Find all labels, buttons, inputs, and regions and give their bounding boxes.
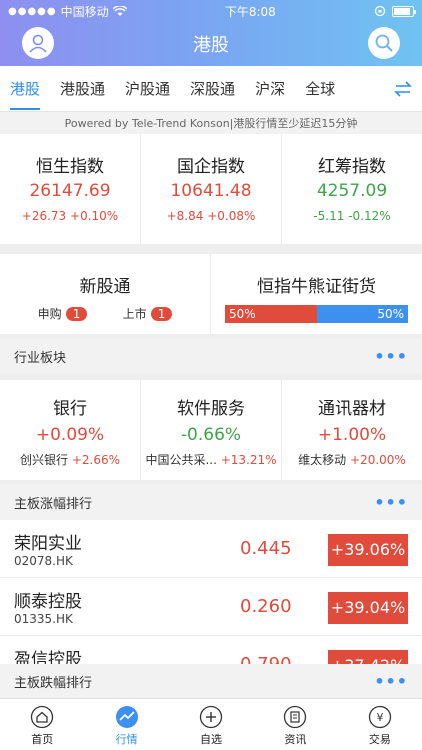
tabbar-news[interactable]: 资讯	[253, 699, 337, 750]
index-value: 10641.48	[170, 181, 252, 201]
bottom-tab-bar: 首页 行情 自选 资讯 ¥ 交易	[0, 698, 422, 750]
trend-icon	[115, 706, 138, 728]
news-icon	[284, 705, 307, 729]
pct-badge: +39.06%	[328, 534, 408, 566]
sector-card[interactable]: 银行 +0.09% 创兴银行 +2.66%	[0, 380, 141, 480]
list-item[interactable]: 荣阳实业 02078.HK 0.445 +39.06%	[0, 520, 422, 578]
bear-share: 50%	[316, 305, 408, 323]
tab-hk-connect[interactable]: 港股通	[50, 66, 115, 112]
user-icon	[29, 34, 47, 53]
bullbear-bar: 50% 50%	[225, 305, 408, 323]
index-change: +26.73 +0.10%	[21, 209, 119, 223]
section-industry: 行业板块 •••	[0, 338, 422, 374]
header: ●●●●● 中国移动 下午8:08 港股	[0, 0, 422, 66]
more-icon[interactable]: •••	[374, 493, 408, 512]
tab-sh-connect[interactable]: 沪股通	[115, 66, 180, 112]
index-value: 26147.69	[29, 181, 111, 201]
tabbar-market[interactable]: 行情	[84, 699, 168, 750]
ipo-bullbear-row: 新股通 申购 1 上市 1 恒指牛熊证街货 50% 50%	[0, 254, 422, 334]
tab-sz-connect[interactable]: 深股通	[180, 66, 245, 112]
pct-badge: +39.04%	[328, 592, 408, 624]
wifi-icon	[112, 5, 127, 16]
delay-notice: Powered by Tele-Trend Konson|港股行情至少延迟15分…	[0, 112, 422, 134]
more-icon[interactable]: •••	[374, 672, 408, 691]
home-icon	[31, 705, 54, 729]
ipo-subscribe: 申购 1	[38, 305, 88, 322]
index-change: +8.84 +0.08%	[166, 209, 256, 223]
index-card-redchip[interactable]: 红筹指数 4257.09 -5.11 -0.12%	[282, 134, 422, 244]
section-gainers: 主板涨幅排行 •••	[0, 484, 422, 520]
index-card-hscei[interactable]: 国企指数 10641.48 +8.84 +0.08%	[141, 134, 282, 244]
market-tabs: 港股 港股通 沪股通 深股通 沪深 全球	[0, 66, 422, 112]
search-button[interactable]	[368, 27, 400, 59]
section-losers: 主板跌幅排行 •••	[0, 664, 422, 698]
battery-icon	[391, 5, 416, 17]
sector-card[interactable]: 软件服务 -0.66% 中国公共采... +13.21%	[141, 380, 282, 480]
list-item[interactable]: 顺泰控股 01335.HK 0.260 +39.04%	[0, 578, 422, 636]
listing-count-badge: 1	[150, 307, 173, 321]
tabbar-watchlist[interactable]: 自选	[169, 699, 253, 750]
list-item[interactable]: 盈信控股 0.790 +37.42%	[0, 636, 422, 666]
status-bar: ●●●●● 中国移动 下午8:08	[0, 0, 422, 22]
signal-icon: ●●●●●	[8, 5, 57, 17]
clock: 下午8:08	[224, 4, 276, 19]
tab-hs[interactable]: 沪深	[245, 66, 295, 112]
add-icon	[199, 705, 223, 729]
sector-card[interactable]: 通讯器材 +1.00% 维太移动 +20.00%	[282, 380, 422, 480]
subscribe-count-badge: 1	[65, 307, 88, 321]
trade-icon: ¥	[368, 705, 391, 729]
index-value: 4257.09	[316, 181, 388, 201]
bullbear-card[interactable]: 恒指牛熊证街货 50% 50%	[211, 254, 422, 334]
nav-bar: 港股	[0, 22, 422, 66]
index-panel: 恒生指数 26147.69 +26.73 +0.10% 国企指数 10641.4…	[0, 134, 422, 244]
tab-global[interactable]: 全球	[295, 66, 345, 112]
search-icon	[375, 34, 393, 52]
profile-button[interactable]	[22, 27, 54, 59]
bull-share: 50%	[225, 305, 317, 323]
more-icon[interactable]: •••	[374, 347, 408, 366]
ipo-card[interactable]: 新股通 申购 1 上市 1	[0, 254, 211, 334]
sector-panel: 银行 +0.09% 创兴银行 +2.66% 软件服务 -0.66% 中国公共采.…	[0, 380, 422, 480]
index-card-hsi[interactable]: 恒生指数 26147.69 +26.73 +0.10%	[0, 134, 141, 244]
tab-hk[interactable]: 港股	[0, 66, 50, 112]
ipo-listing: 上市 1	[123, 305, 173, 322]
svg-text:¥: ¥	[376, 711, 383, 724]
gainers-list: 荣阳实业 02078.HK 0.445 +39.06% 顺泰控股 01335.H…	[0, 520, 422, 666]
tabbar-trade[interactable]: ¥ 交易	[338, 699, 422, 750]
tabbar-home[interactable]: 首页	[0, 699, 84, 750]
index-change: -5.11 -0.12%	[313, 209, 391, 223]
page-title: 港股	[193, 35, 229, 56]
swap-icon[interactable]	[392, 78, 414, 100]
orientation-lock-icon	[374, 5, 386, 17]
carrier-label: 中国移动	[60, 4, 109, 19]
